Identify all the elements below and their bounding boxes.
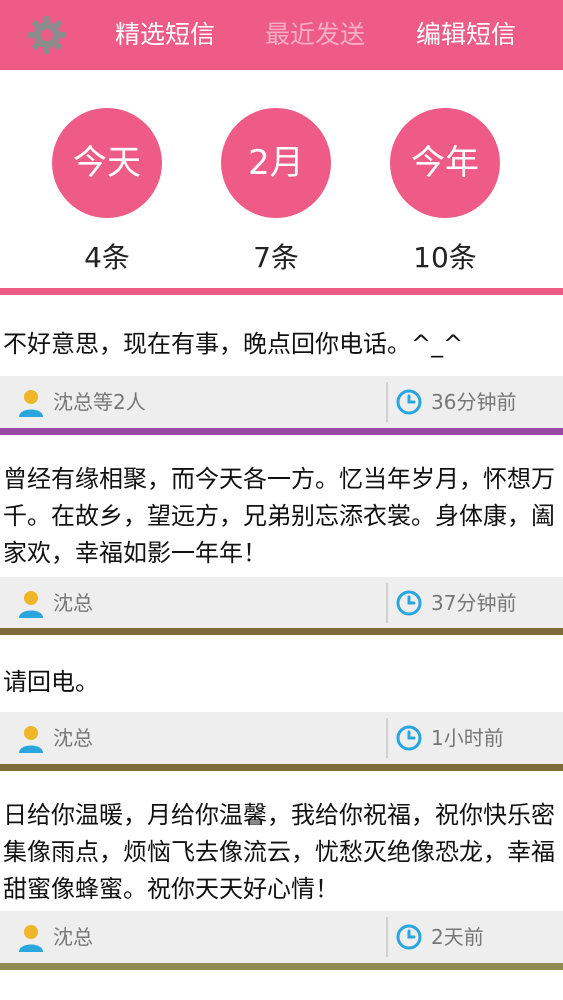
stat-month[interactable]: 2月 7条: [221, 108, 331, 276]
message-text: 不好意思，现在有事，晚点回你电话。^_^: [3, 330, 464, 358]
clock-icon: [396, 924, 422, 950]
message-meta: 沈总 2天前: [0, 911, 563, 963]
tab-featured-sms[interactable]: 精选短信: [115, 0, 215, 70]
message-text: 曾经有缘相聚，而今天各一方。忆当年岁月，怀想万千。在故乡，望远方，兄弟别忘添衣裳…: [3, 465, 555, 567]
message-sender: 沈总: [53, 591, 93, 615]
message-time: 36分钟前: [431, 390, 517, 414]
clock-icon: [396, 725, 422, 751]
message-meta: 沈总 37分钟前: [0, 577, 563, 629]
tab-recently-sent[interactable]: 最近发送: [265, 0, 365, 70]
user-icon: [19, 390, 43, 417]
meta-divider: [386, 917, 388, 957]
stat-count: 7条: [253, 241, 299, 274]
stat-count: 4条: [84, 241, 130, 274]
message-divider: [0, 628, 563, 635]
stat-year[interactable]: 今年 10条: [390, 108, 500, 276]
stats-divider: [0, 288, 563, 295]
message-text: 日给你温暖，月给你温馨，我给你祝福，祝你快乐密集像雨点，烦恼飞去像流云，忧愁灭绝…: [3, 801, 555, 903]
meta-divider: [386, 382, 388, 422]
stat-circle: 2月: [221, 108, 331, 218]
user-icon: [19, 591, 43, 618]
message-time: 37分钟前: [431, 591, 517, 615]
gear-icon[interactable]: [26, 14, 68, 56]
message-sender: 沈总: [53, 726, 93, 750]
clock-icon: [396, 590, 422, 616]
message-meta: 沈总等2人 36分钟前: [0, 376, 563, 428]
stat-circle: 今天: [52, 108, 162, 218]
meta-divider: [386, 718, 388, 758]
message-divider: [0, 963, 563, 970]
message-text: 请回电。: [3, 668, 99, 696]
message-divider: [0, 428, 563, 435]
user-icon: [19, 726, 43, 753]
message-sender: 沈总: [53, 925, 93, 949]
user-icon: [19, 925, 43, 952]
message-divider: [0, 764, 563, 771]
message-sender: 沈总等2人: [53, 390, 146, 414]
message-time: 1小时前: [431, 726, 504, 750]
top-bar: 精选短信 最近发送 编辑短信: [0, 0, 563, 70]
clock-icon: [396, 389, 422, 415]
stat-count: 10条: [413, 241, 477, 274]
meta-divider: [386, 583, 388, 623]
tab-edit-sms[interactable]: 编辑短信: [416, 0, 516, 70]
stat-circle: 今年: [390, 108, 500, 218]
message-meta: 沈总 1小时前: [0, 712, 563, 764]
stats-panel: 今天 4条 2月 7条 今年 10条: [0, 70, 563, 288]
stat-today[interactable]: 今天 4条: [52, 108, 162, 276]
message-time: 2天前: [431, 925, 484, 949]
